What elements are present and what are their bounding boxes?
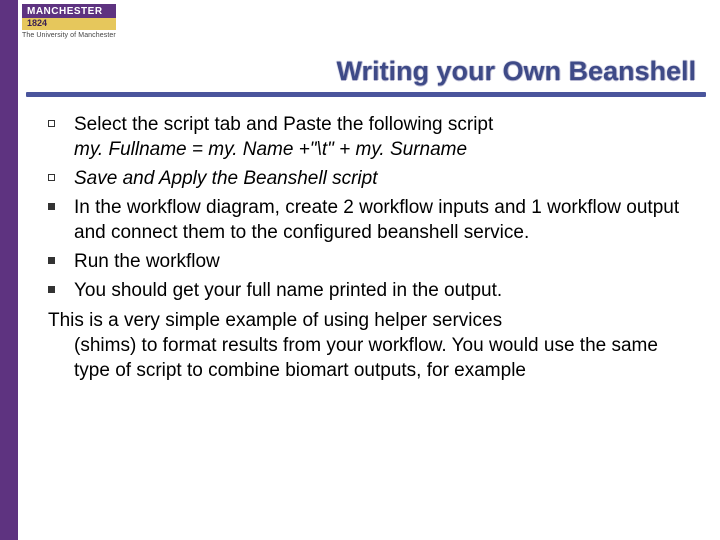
logo-subline: The University of Manchester [22, 32, 116, 39]
closing-continuation: (shims) to format results from your work… [74, 333, 698, 383]
closing-first-line: This is a very simple example of using h… [48, 308, 698, 333]
list-item: Run the workflow [48, 249, 698, 274]
university-logo: MANCHESTER 1824 The University of Manche… [22, 4, 116, 39]
list-item: In the workflow diagram, create 2 workfl… [48, 195, 698, 245]
left-brand-strip [0, 0, 18, 540]
bullet-filled-square-icon [48, 249, 74, 274]
list-item-text: In the workflow diagram, create 2 workfl… [74, 195, 698, 245]
bullet-filled-square-icon [48, 278, 74, 303]
bullet-hollow-square-icon [48, 112, 74, 162]
list-item-text: You should get your full name printed in… [74, 278, 698, 303]
bullet-hollow-square-icon [48, 166, 74, 191]
list-item-text: Run the workflow [74, 249, 698, 274]
logo-year: 1824 [22, 18, 116, 30]
slide-body: Select the script tab and Paste the foll… [48, 112, 698, 383]
list-item-text: Select the script tab and Paste the foll… [74, 112, 698, 162]
closing-paragraph: This is a very simple example of using h… [48, 308, 698, 383]
left-strip-text [0, 0, 18, 540]
list-item: Select the script tab and Paste the foll… [48, 112, 698, 162]
slide-title: Writing your Own Beanshell [40, 56, 696, 87]
list-item-text: Save and Apply the Beanshell script [74, 166, 698, 191]
title-underline [26, 92, 706, 97]
bullet-filled-square-icon [48, 195, 74, 245]
list-item: Save and Apply the Beanshell script [48, 166, 698, 191]
logo-name: MANCHESTER [22, 4, 116, 18]
list-item: You should get your full name printed in… [48, 278, 698, 303]
